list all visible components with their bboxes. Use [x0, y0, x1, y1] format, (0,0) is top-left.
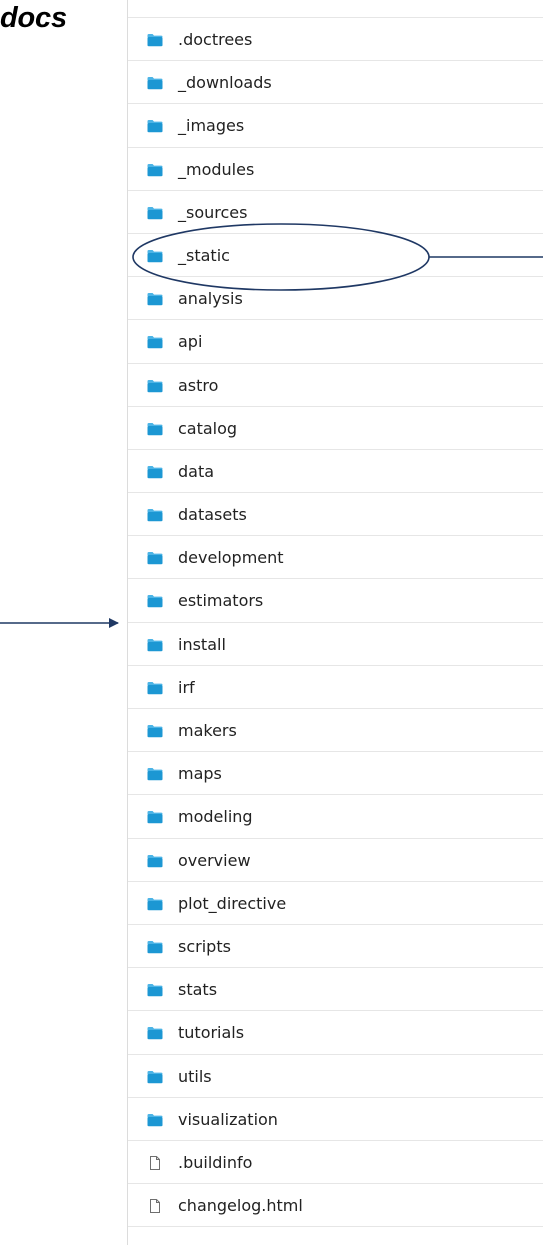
folder-icon: [147, 379, 163, 393]
file-row[interactable]: .buildinfo: [128, 1141, 543, 1185]
item-name: maps: [178, 764, 222, 784]
folder-row[interactable]: _modules: [128, 148, 543, 191]
item-name: modeling: [178, 807, 253, 827]
folder-icon: [147, 508, 163, 522]
file-browser-pane: .doctrees _downloads _images _modules _sourc…: [127, 0, 543, 1245]
document-icon: [147, 1199, 163, 1214]
item-name: changelog.html: [178, 1196, 303, 1216]
folder-row[interactable]: maps: [128, 752, 543, 796]
item-name: .buildinfo: [178, 1152, 253, 1172]
folder-row[interactable]: visualization: [128, 1098, 543, 1141]
item-name: irf: [178, 677, 195, 697]
folder-icon: [147, 1070, 163, 1084]
folder-icon: [147, 422, 163, 436]
item-name: tutorials: [178, 1023, 245, 1043]
folder-row[interactable]: utils: [128, 1055, 543, 1098]
item-name: data: [178, 461, 215, 481]
folder-icon: [147, 249, 163, 263]
folder-row[interactable]: _static: [128, 234, 543, 278]
item-name: install: [178, 634, 226, 654]
item-name: visualization: [178, 1109, 278, 1129]
folder-icon: [147, 335, 163, 349]
folder-row[interactable]: .doctrees: [128, 18, 543, 62]
folder-icon: [147, 681, 163, 695]
item-name: _downloads: [178, 73, 272, 93]
folder-icon: [147, 1026, 163, 1040]
folder-row[interactable]: catalog: [128, 407, 543, 450]
folder-icon: [147, 119, 163, 133]
folder-icon: [147, 724, 163, 738]
item-name: _static: [178, 245, 230, 265]
folder-row[interactable]: modeling: [128, 795, 543, 839]
item-name: development: [178, 548, 284, 568]
item-name: datasets: [178, 505, 247, 525]
folder-icon: [147, 551, 163, 565]
folder-icon: [147, 897, 163, 911]
folder-icon: [147, 292, 163, 306]
folder-icon: [147, 940, 163, 954]
folder-row[interactable]: _images: [128, 104, 543, 148]
folder-icon: [147, 594, 163, 608]
folder-row[interactable]: estimators: [128, 579, 543, 623]
item-name: utils: [178, 1066, 212, 1086]
folder-icon: [147, 810, 163, 824]
folder-row[interactable]: _sources: [128, 191, 543, 234]
folder-row[interactable]: api: [128, 320, 543, 364]
folder-row[interactable]: astro: [128, 364, 543, 407]
folder-row[interactable]: scripts: [128, 925, 543, 969]
folder-row[interactable]: makers: [128, 709, 543, 753]
item-name: estimators: [178, 591, 264, 611]
folder-row[interactable]: datasets: [128, 493, 543, 537]
item-name: api: [178, 332, 203, 352]
folder-row[interactable]: install: [128, 623, 543, 666]
item-name: _sources: [178, 202, 248, 222]
folder-row[interactable]: overview: [128, 839, 543, 882]
file-list: .doctrees _downloads _images _modules _sourc…: [128, 18, 543, 1228]
folder-icon: [147, 767, 163, 781]
item-name: overview: [178, 850, 251, 870]
folder-icon: [147, 465, 163, 479]
folder-row[interactable]: irf: [128, 666, 543, 709]
folder-row[interactable]: development: [128, 536, 543, 580]
item-name: astro: [178, 375, 219, 395]
folder-row[interactable]: plot_directive: [128, 882, 543, 925]
item-name: _modules: [178, 159, 255, 179]
folder-icon: [147, 206, 163, 220]
folder-icon: [147, 638, 163, 652]
folder-icon: [147, 76, 163, 90]
file-row[interactable]: changelog.html: [128, 1184, 543, 1228]
folder-icon: [147, 33, 163, 47]
folder-icon: [147, 983, 163, 997]
document-icon: [147, 1155, 163, 1170]
item-name: analysis: [178, 289, 243, 309]
folder-row[interactable]: data: [128, 450, 543, 494]
item-name: stats: [178, 980, 218, 1000]
folder-row[interactable]: _downloads: [128, 61, 543, 105]
folder-row[interactable]: analysis: [128, 277, 543, 321]
folder-icon: [147, 1113, 163, 1127]
item-name: plot_directive: [178, 893, 287, 913]
folder-icon: [147, 163, 163, 177]
folder-row[interactable]: stats: [128, 968, 543, 1012]
item-name: .doctrees: [178, 30, 253, 49]
folder-icon: [147, 854, 163, 868]
item-name: catalog: [178, 418, 238, 438]
item-name: makers: [178, 721, 237, 740]
page-title: docs: [0, 2, 67, 34]
item-name: scripts: [178, 936, 231, 956]
item-name: _images: [178, 116, 245, 136]
folder-row[interactable]: tutorials: [128, 1011, 543, 1055]
